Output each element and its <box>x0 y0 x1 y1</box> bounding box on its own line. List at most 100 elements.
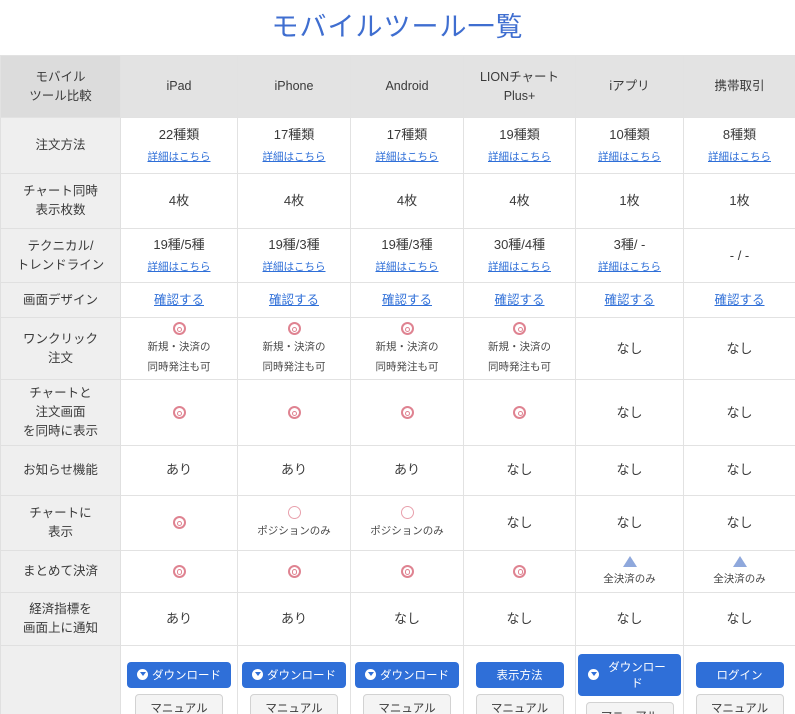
row-header-line: 画面デザイン <box>22 292 98 307</box>
row-header-line: 注文 <box>47 350 73 365</box>
manual-button[interactable]: マニュアル <box>585 701 674 714</box>
table-row: テクニカル/トレンドライン 19種/5種 詳細はこちら 19種/3種 詳細はこちら 19種… <box>0 228 795 283</box>
manual-button[interactable]: マニュアル <box>475 693 564 714</box>
manual-button[interactable]: マニュアル <box>695 693 784 714</box>
table-cell: 3種/ - 詳細はこちら <box>575 228 684 283</box>
cell-content: なし <box>686 339 793 359</box>
table-cell: なし <box>575 494 684 551</box>
row-header: お知らせ機能 <box>0 444 121 496</box>
table-cell: 17種類 詳細はこちら <box>350 117 464 174</box>
detail-link[interactable]: 詳細はこちら <box>148 150 211 166</box>
confirm-link[interactable]: 確認する <box>714 291 764 310</box>
cell-note: 新規・決済の <box>375 341 439 353</box>
primary-action-button[interactable]: ログイン <box>695 661 784 688</box>
table-cell: 全決済のみ <box>575 549 684 593</box>
confirm-link[interactable]: 確認する <box>382 291 432 310</box>
cell-content: なし <box>466 460 573 480</box>
cell-note: 全決済のみ <box>603 572 656 585</box>
corner-label-line2: ツール比較 <box>29 88 92 103</box>
detail-link[interactable]: 詳細はこちら <box>708 150 771 166</box>
primary-action-button[interactable]: 表示方法 <box>475 661 564 688</box>
button-stack: ダウンロードマニュアル <box>578 648 681 714</box>
detail-link[interactable]: 詳細はこちら <box>263 150 326 166</box>
table-row: お知らせ機能 あり あり あり なし なし なし <box>0 444 795 496</box>
detail-link[interactable]: 詳細はこちら <box>148 260 211 276</box>
button-label: マニュアル <box>710 702 769 714</box>
download-button[interactable]: ダウンロード <box>355 661 459 688</box>
cell-value: 4枚 <box>396 193 418 209</box>
corner-label-line1: モバイル <box>35 69 86 84</box>
cell-value: あり <box>165 462 192 478</box>
row-header: 画面デザイン <box>0 282 121 318</box>
cell-content: 4枚 <box>466 191 573 211</box>
detail-link[interactable]: 詳細はこちら <box>376 260 439 276</box>
table-row: 注文方法 22種類 詳細はこちら 17種類 詳細はこちら 17種類 詳細はこちら 19種類 詳細… <box>0 117 795 174</box>
cell-content: なし <box>686 403 793 423</box>
cell-content: なし <box>686 609 793 629</box>
cell-content: 確認する <box>353 291 461 310</box>
triangle-mark-icon <box>732 555 747 567</box>
table-cell <box>237 549 351 593</box>
row-header-line: を同時に表示 <box>22 423 98 438</box>
column-header-label: iPad <box>166 79 192 94</box>
table-cell: 確認する <box>575 282 684 318</box>
table-cell-actions: ログイン マニュアル <box>683 644 795 714</box>
title-bar: モバイルツール一覧 <box>0 0 795 55</box>
table-cell: 30種/4種 詳細はこちら <box>463 228 576 283</box>
table-cell: なし <box>575 379 684 446</box>
manual-button[interactable]: マニュアル <box>250 693 338 714</box>
column-header-label-line2: Plus+ <box>503 88 536 103</box>
cell-content: 確認する <box>466 291 573 310</box>
button-label: 表示方法 <box>496 669 543 682</box>
table-cell: なし <box>575 444 684 496</box>
detail-link[interactable]: 詳細はこちら <box>598 260 661 276</box>
double-circle-mark-icon <box>287 322 301 335</box>
cell-content <box>240 406 348 420</box>
manual-button[interactable]: マニュアル <box>135 693 223 714</box>
table-cell: なし <box>683 444 795 496</box>
cell-content: あり <box>123 460 235 480</box>
cell-content: あり <box>353 460 461 480</box>
row-header: ワンクリック 注文 <box>0 316 121 381</box>
cell-content: なし <box>578 460 681 480</box>
confirm-link[interactable]: 確認する <box>604 291 654 310</box>
cell-content: 全決済のみ <box>686 555 793 587</box>
confirm-link[interactable]: 確認する <box>494 291 544 310</box>
cell-value: 3種/ - <box>613 237 646 253</box>
row-header: チャートと 注文画面 を同時に表示 <box>0 379 121 446</box>
cell-value: なし <box>616 340 643 356</box>
confirm-link[interactable]: 確認する <box>154 291 204 310</box>
download-button[interactable]: ダウンロード <box>127 661 231 688</box>
double-circle-mark-icon <box>513 322 526 335</box>
table-corner-header: モバイル ツール比較 <box>0 55 121 118</box>
cell-content: なし <box>578 339 681 359</box>
detail-link[interactable]: 詳細はこちら <box>263 260 326 276</box>
table-cell <box>120 494 238 551</box>
cell-value: なし <box>726 462 753 478</box>
double-circle-mark-icon <box>287 406 301 420</box>
cell-content <box>123 516 235 530</box>
download-button[interactable]: ダウンロード <box>578 653 681 696</box>
detail-link[interactable]: 詳細はこちら <box>598 150 661 166</box>
detail-link[interactable]: 詳細はこちら <box>488 150 551 166</box>
button-label: ダウンロード <box>380 669 449 682</box>
cell-content: ポジションのみ <box>240 506 348 539</box>
column-header-lion-chart-plus: LIONチャート Plus+ <box>463 55 576 118</box>
cell-note: 同時発注も可 <box>375 361 439 374</box>
cell-note: 新規・決済の <box>262 341 326 353</box>
double-circle-mark-icon <box>400 406 414 420</box>
cell-value: 1枚 <box>619 193 640 209</box>
detail-link[interactable]: 詳細はこちら <box>488 260 551 276</box>
table-cell: 1枚 <box>683 173 795 229</box>
detail-link[interactable]: 詳細はこちら <box>376 150 439 166</box>
column-header-iphone: iPhone <box>237 55 351 118</box>
download-button[interactable]: ダウンロード <box>242 661 346 688</box>
cell-value: 17種類 <box>273 127 315 143</box>
cell-content: 確認する <box>578 291 681 310</box>
cell-content: なし <box>466 609 573 629</box>
confirm-link[interactable]: 確認する <box>269 291 319 310</box>
cell-value: 4枚 <box>283 193 305 209</box>
manual-button[interactable]: マニュアル <box>363 693 451 714</box>
table-cell: ポジションのみ <box>237 494 351 551</box>
row-header-line: テクニカル/ <box>27 238 94 253</box>
